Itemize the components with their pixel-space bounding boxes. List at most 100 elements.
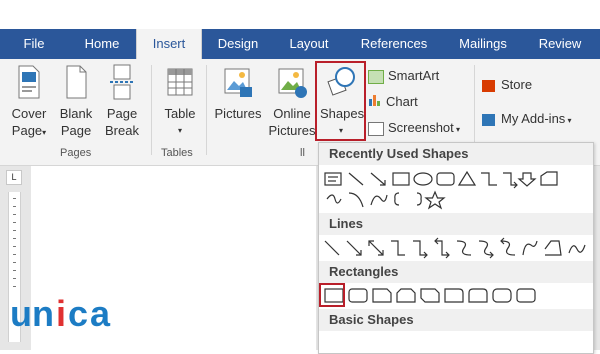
elbow-connector-shape-icon — [391, 240, 405, 256]
section-rectangles: Rectangles — [319, 261, 593, 283]
rectangle-shape-icon — [392, 172, 410, 186]
blank-page-label-1: Blank — [59, 106, 93, 121]
smartart-label: SmartArt — [388, 68, 440, 83]
svg-text:a: a — [90, 293, 111, 334]
snip-single-corner-rectangle-icon — [372, 288, 392, 303]
tab-file[interactable]: File — [16, 29, 52, 59]
round-same-side-rectangle-icon — [468, 288, 488, 303]
curved-double-arrow-shape-icon — [500, 237, 516, 256]
blank-page-icon — [66, 65, 87, 99]
chart-label: Chart — [386, 94, 418, 109]
store-button[interactable]: Store — [482, 76, 532, 94]
cover-page-icon — [18, 65, 40, 99]
snip-rectangle-shape-icon — [540, 171, 558, 186]
elbow-connector-shape-icon — [481, 172, 497, 186]
page-break-button[interactable]: Page Break — [100, 63, 144, 139]
addins-icon — [482, 113, 495, 126]
shapes-gallery-dropdown: Recently Used Shapes Lines Rectangles Ba… — [318, 142, 594, 354]
group-divider — [206, 65, 207, 155]
pictures-icon — [224, 68, 252, 97]
round-single-corner-rectangle-icon — [444, 288, 464, 303]
chart-button[interactable]: Chart — [368, 93, 418, 111]
smartart-button[interactable]: SmartArt — [368, 67, 439, 85]
rectangles-shapes-grid — [324, 288, 536, 303]
shapes-highlight-box — [315, 61, 366, 141]
rounded-rectangle-shape-icon — [348, 288, 368, 303]
group-label-fragment: ll — [300, 147, 305, 159]
screenshot-button[interactable]: Screenshot ▾ — [368, 119, 460, 137]
table-button[interactable]: Table ▾ — [158, 63, 202, 139]
table-label: Table — [164, 106, 196, 121]
store-label: Store — [501, 77, 533, 92]
text-box-shape-icon — [324, 172, 342, 186]
pages-group-label: Pages — [60, 147, 92, 159]
down-arrow-shape-icon — [517, 172, 537, 187]
page-break-label-2: Break — [105, 123, 139, 138]
section-lines: Lines — [319, 213, 593, 235]
freeform-shape-icon — [326, 194, 342, 204]
section-recently-used-shapes: Recently Used Shapes — [319, 143, 593, 165]
screenshot-icon — [368, 121, 384, 136]
table-icon — [167, 68, 193, 96]
tab-selector[interactable]: L — [6, 170, 22, 185]
curved-connector-shape-icon — [456, 240, 472, 256]
triangle-shape-icon — [457, 170, 477, 186]
tab-design[interactable]: Design — [210, 29, 266, 59]
elbow-arrow-connector-shape-icon — [503, 172, 518, 189]
scribble-line-shape-icon — [568, 244, 586, 254]
snip-same-side-rectangle-icon — [396, 288, 416, 303]
elbow-arrow-shape-icon — [413, 240, 428, 259]
cover-page-label-2: Page — [11, 123, 43, 138]
right-brace-shape-icon — [416, 192, 422, 206]
tables-group-label: Tables — [161, 147, 193, 159]
cover-page-button[interactable]: Cover Page▾ — [6, 63, 52, 141]
line-shape-icon — [324, 240, 340, 256]
dropdown-arrow-icon: ▾ — [42, 128, 47, 137]
chart-icon — [368, 93, 382, 112]
double-arrow-line-shape-icon — [368, 240, 384, 256]
curve-shape-icon — [348, 192, 364, 208]
tab-home[interactable]: Home — [74, 29, 130, 59]
rectangle-highlight-box — [319, 283, 345, 307]
svg-text:n: n — [32, 293, 55, 334]
blank-page-button[interactable]: Blank Page — [56, 63, 96, 139]
page-break-label-1: Page — [106, 106, 138, 121]
round-diagonal-rectangle-icon — [492, 288, 512, 303]
elbow-double-arrow-shape-icon — [434, 237, 450, 259]
curved-arrow-connector-shape-icon — [478, 240, 494, 259]
section-basic-shapes: Basic Shapes — [319, 309, 593, 331]
rounded-rectangle-variant-icon — [516, 288, 536, 303]
svg-text:i: i — [56, 293, 67, 334]
freeform-line-shape-icon — [544, 240, 562, 256]
snip-diagonal-rectangle-icon — [420, 288, 440, 303]
group-divider — [151, 65, 152, 155]
svg-text:c: c — [68, 293, 89, 334]
svg-text:u: u — [10, 293, 33, 334]
tab-review[interactable]: Review — [530, 29, 590, 59]
pictures-button[interactable]: Pictures — [212, 63, 264, 122]
blank-page-label-2: Page — [60, 123, 92, 138]
addins-dropdown-arrow-icon: ▾ — [565, 116, 572, 125]
tab-insert[interactable]: Insert — [136, 29, 202, 60]
online-pictures-label-2: Pictures — [268, 123, 316, 138]
unica-logo: u n i c a — [10, 292, 140, 345]
arrow-shape-icon — [370, 172, 386, 186]
page-break-icon — [110, 64, 134, 100]
screenshot-dropdown-arrow-icon: ▾ — [453, 125, 461, 134]
tab-references[interactable]: References — [354, 29, 434, 59]
recently-used-shapes-grid — [324, 170, 558, 210]
tab-mailings[interactable]: Mailings — [446, 29, 520, 59]
scribble-shape-icon — [370, 194, 388, 206]
tab-layout[interactable]: Layout — [280, 29, 338, 59]
my-addins-label: My Add-ins — [501, 111, 566, 126]
table-dropdown-arrow-icon: ▾ — [177, 126, 182, 135]
my-addins-button[interactable]: My Add-ins ▾ — [482, 110, 572, 128]
online-pictures-icon — [278, 68, 307, 98]
screenshot-label: Screenshot — [388, 120, 454, 135]
line-shape-icon — [348, 172, 364, 186]
left-brace-shape-icon — [394, 192, 400, 206]
online-pictures-label-1: Online — [273, 106, 311, 121]
online-pictures-button[interactable]: Online Pictures — [268, 63, 316, 139]
unica-logo-mark: u n i c a — [10, 293, 111, 334]
curve-shape-icon — [522, 240, 538, 256]
